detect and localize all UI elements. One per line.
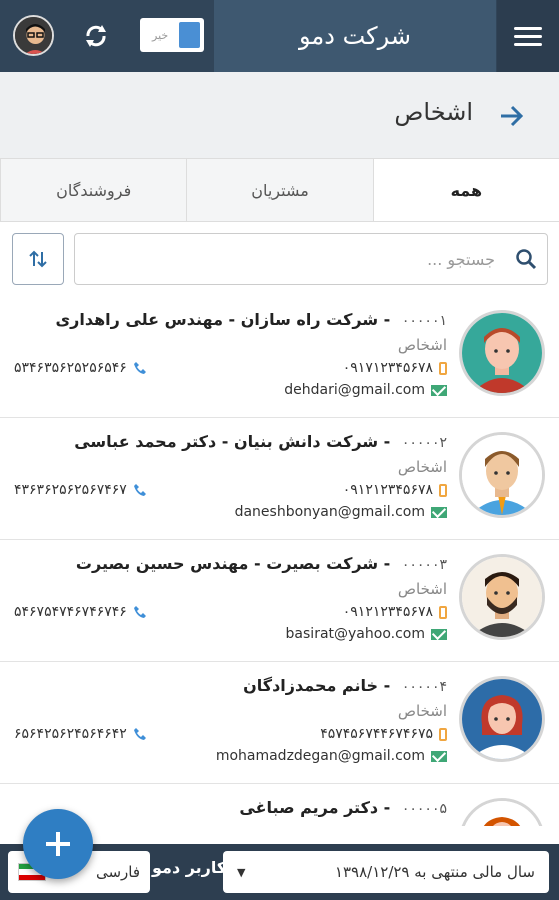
person-avatar [459, 676, 545, 762]
person-mobile: ۴۵۷۴۵۶۷۴۴۶۷۴۶۷۵ [320, 726, 447, 742]
person-mobile-value: ۰۹۱۲۱۲۳۴۵۶۷۸ [342, 482, 433, 498]
chevron-down-icon: ▼ [237, 865, 246, 879]
person-email: dehdari@gmail.com [284, 382, 447, 398]
search-icon[interactable] [515, 248, 537, 270]
person-phone-value: ۵۳۴۶۳۵۶۲۵۲۵۶۵۴۶ [14, 360, 127, 376]
person-phone: ۴۳۶۳۶۲۵۶۲۵۶۷۴۶۷ [14, 482, 147, 498]
person-dash: - [378, 798, 391, 817]
person-avatar [459, 554, 545, 640]
user-avatar-image [15, 17, 52, 54]
person-category: اشخاص [397, 336, 447, 354]
company-title-area: شرکت دمو [214, 0, 496, 72]
person-code: ۰۰۰۰۰۵ [401, 801, 447, 817]
mobile-icon [439, 727, 447, 741]
person-name-line: ۰۰۰۰۰۴ - خانم محمدزادگان [243, 676, 447, 695]
current-user-label: کاربر دمو [152, 858, 227, 877]
person-avatar [459, 432, 545, 518]
person-phone: ۵۳۴۶۳۵۶۲۵۲۵۶۵۴۶ [14, 360, 147, 376]
person-avatar [459, 310, 545, 396]
person-name-line: ۰۰۰۰۰۳ - شرکت بصیرت - مهندس حسین بصیرت [76, 554, 447, 573]
person-phone-value: ۴۳۶۳۶۲۵۶۲۵۶۷۴۶۷ [14, 482, 127, 498]
person-email-value: dehdari@gmail.com [284, 382, 425, 398]
phone-icon [133, 362, 146, 374]
sort-button[interactable] [12, 233, 64, 285]
person-dash: - [378, 554, 391, 573]
person-email-value: daneshbonyan@gmail.com [234, 504, 425, 520]
person-email: mohamadzdegan@gmail.com [216, 748, 447, 764]
person-avatar [459, 798, 545, 826]
mail-icon [431, 506, 447, 518]
person-dash: - [378, 432, 391, 451]
language-value: فارسی [95, 863, 140, 881]
person-dash: - [378, 676, 391, 695]
list-item[interactable]: ۰۰۰۰۰۲ - شرکت دانش بنیان - دکتر محمد عبا… [0, 418, 559, 540]
phone-icon [133, 728, 146, 740]
list-item[interactable]: ۰۰۰۰۰۳ - شرکت بصیرت - مهندس حسین بصیرت ا… [0, 540, 559, 662]
back-arrow-icon[interactable] [497, 102, 525, 130]
mail-icon [431, 384, 447, 396]
page-title: اشخاص [394, 98, 473, 126]
mode-toggle[interactable]: خیر [140, 18, 204, 52]
person-name: خانم محمدزادگان [243, 676, 379, 695]
hamburger-menu-icon[interactable] [497, 0, 559, 72]
person-name: شرکت راه سازان - مهندس علی راهداری [55, 310, 379, 329]
sort-icon [29, 250, 47, 268]
phone-icon [133, 484, 146, 496]
person-name: شرکت بصیرت - مهندس حسین بصیرت [75, 554, 379, 573]
person-category: اشخاص [397, 580, 447, 598]
tab-all[interactable]: همه [372, 159, 559, 221]
person-email-value: mohamadzdegan@gmail.com [215, 748, 425, 764]
mail-icon [431, 628, 447, 640]
person-email-value: basirat@yahoo.com [285, 626, 425, 642]
person-mobile: ۰۹۱۲۱۲۳۴۵۶۷۸ [343, 604, 447, 620]
tab-customers[interactable]: مشتریان [186, 159, 372, 221]
person-email: basirat@yahoo.com [286, 626, 447, 642]
person-mobile-value: ۰۹۱۷۱۲۳۴۵۶۷۸ [342, 360, 433, 376]
person-mobile: ۰۹۱۲۱۲۳۴۵۶۷۸ [343, 482, 447, 498]
person-phone: ۶۵۶۴۲۵۶۲۴۵۶۴۶۴۲ [14, 726, 147, 742]
plus-icon [46, 832, 70, 856]
search-input[interactable] [85, 234, 495, 284]
person-phone-value: ۵۴۶۷۵۴۷۴۶۷۴۶۷۴۶ [14, 604, 127, 620]
person-email: daneshbonyan@gmail.com [235, 504, 447, 520]
person-name: دکتر مریم صباغی [239, 798, 379, 817]
page-header: اشخاص [0, 72, 559, 158]
person-name-line: ۰۰۰۰۰۵ - دکتر مریم صباغی [239, 798, 447, 817]
fiscal-year-select[interactable]: سال مالی منتهی به ۱۳۹۸/۱۲/۲۹ ▼ [223, 851, 549, 893]
mobile-icon [439, 605, 447, 619]
fiscal-year-value: سال مالی منتهی به ۱۳۹۸/۱۲/۲۹ [334, 863, 535, 881]
person-name-line: ۰۰۰۰۰۲ - شرکت دانش بنیان - دکتر محمد عبا… [74, 432, 447, 451]
person-code: ۰۰۰۰۰۱ [401, 313, 447, 329]
person-dash: - [378, 310, 391, 329]
mobile-icon [439, 361, 447, 375]
toggle-label: خیر [152, 28, 169, 42]
person-code: ۰۰۰۰۰۴ [401, 679, 447, 695]
user-avatar[interactable] [13, 15, 54, 56]
top-app-bar: خیر شرکت دمو [0, 0, 559, 72]
mobile-icon [439, 483, 447, 497]
mail-icon [431, 750, 447, 762]
list-item[interactable]: ۰۰۰۰۰۴ - خانم محمدزادگان اشخاص ۴۵۷۴۵۶۷۴۴… [0, 662, 559, 784]
person-category: اشخاص [397, 702, 447, 720]
people-list: ۰۰۰۰۰۱ - شرکت راه سازان - مهندس علی راهد… [0, 296, 559, 826]
person-phone: ۵۴۶۷۵۴۷۴۶۷۴۶۷۴۶ [14, 604, 147, 620]
company-title: شرکت دمو [299, 22, 411, 50]
person-code: ۰۰۰۰۰۲ [401, 435, 447, 451]
sync-icon[interactable] [82, 22, 110, 50]
person-name: شرکت دانش بنیان - دکتر محمد عباسی [74, 432, 379, 451]
filter-tabs: همه مشتریان فروشندگان [0, 158, 559, 222]
person-mobile-value: ۴۵۷۴۵۶۷۴۴۶۷۴۶۷۵ [320, 726, 433, 742]
phone-icon [133, 606, 146, 618]
person-code: ۰۰۰۰۰۳ [401, 557, 447, 573]
person-phone-value: ۶۵۶۴۲۵۶۲۴۵۶۴۶۴۲ [14, 726, 127, 742]
person-name-line: ۰۰۰۰۰۱ - شرکت راه سازان - مهندس علی راهد… [55, 310, 447, 329]
list-item[interactable]: ۰۰۰۰۰۱ - شرکت راه سازان - مهندس علی راهد… [0, 296, 559, 418]
add-person-button[interactable] [23, 809, 93, 879]
toggle-knob [179, 22, 200, 48]
search-box [74, 233, 548, 285]
tab-vendors[interactable]: فروشندگان [0, 159, 186, 221]
person-mobile: ۰۹۱۷۱۲۳۴۵۶۷۸ [343, 360, 447, 376]
person-mobile-value: ۰۹۱۲۱۲۳۴۵۶۷۸ [342, 604, 433, 620]
person-category: اشخاص [397, 458, 447, 476]
